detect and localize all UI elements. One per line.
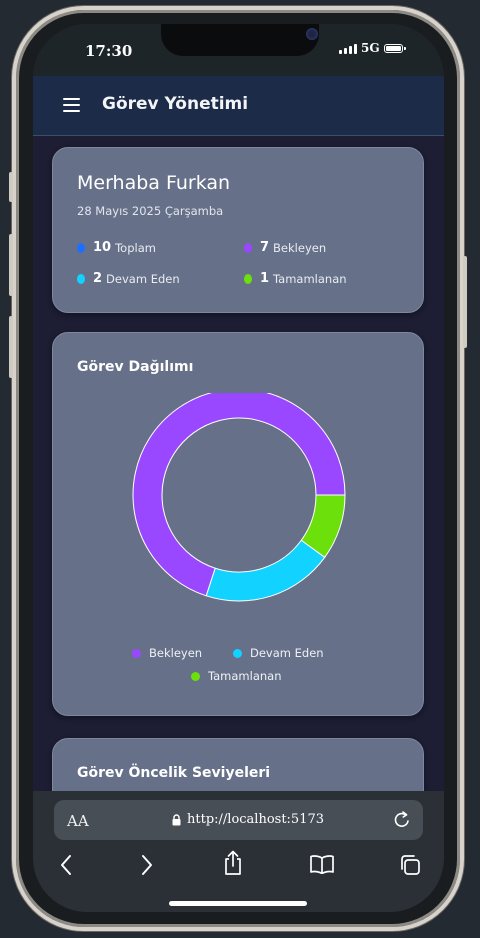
stat-dot: [77, 242, 85, 253]
legend-item-completed[interactable]: Tamamlanan: [191, 669, 282, 683]
legend-dot: [132, 648, 141, 658]
summary-card: Merhaba Furkan 28 Mayıs 2025 Çarşamba 10…: [52, 147, 424, 313]
stat-in-progress: 2 Devam Eden: [77, 271, 180, 286]
legend-label: Devam Eden: [250, 646, 324, 660]
legend-dot: [191, 671, 200, 681]
side-button-volume-up: [9, 234, 13, 296]
current-date: 28 Mayıs 2025 Çarşamba: [77, 204, 224, 218]
stat-label: Devam Eden: [106, 271, 180, 286]
lock-icon: [172, 813, 181, 825]
status-bar: 17:30 5G: [33, 24, 444, 76]
stat-label: Tamamlanan: [273, 271, 347, 286]
back-icon[interactable]: [59, 854, 73, 876]
bookmarks-icon[interactable]: [309, 854, 335, 874]
stat-label: Bekleyen: [273, 240, 327, 255]
browser-toolbar: AA http://localhost:5173: [33, 791, 444, 912]
main-content[interactable]: Merhaba Furkan 28 Mayıs 2025 Çarşamba 10…: [33, 136, 444, 826]
reload-icon[interactable]: [393, 810, 411, 830]
tabs-icon[interactable]: [398, 853, 422, 877]
stat-total: 10 Toplam: [77, 240, 156, 255]
app-header: Görev Yönetimi: [33, 76, 444, 136]
stat-label: Toplam: [115, 240, 156, 255]
legend-label: Tamamlanan: [208, 669, 282, 683]
stat-count: 7: [260, 240, 270, 255]
side-button-power: [463, 256, 467, 348]
distribution-title: Görev Dağılımı: [77, 359, 194, 375]
stat-count: 10: [93, 240, 112, 255]
phone-screen: 17:30 5G Görev Yönetimi Merhaba Furkan 2…: [33, 24, 444, 912]
stat-dot: [244, 242, 252, 253]
signal-icon: [339, 44, 357, 54]
legend-item-pending[interactable]: Bekleyen: [132, 646, 202, 660]
side-button-mute: [9, 172, 13, 202]
share-icon[interactable]: [221, 850, 245, 876]
distribution-card: Görev Dağılımı Bekleyen Devam Eden Tamam…: [52, 332, 424, 716]
legend-label: Bekleyen: [149, 646, 203, 660]
home-indicator: [169, 901, 307, 906]
app-title: Görev Yönetimi: [102, 94, 249, 114]
text-size-button[interactable]: AA: [67, 812, 89, 830]
legend-item-in-progress[interactable]: Devam Eden: [233, 646, 324, 660]
greeting: Merhaba Furkan: [77, 172, 231, 194]
url-display[interactable]: http://localhost:5173: [172, 812, 324, 827]
stat-dot: [244, 273, 252, 284]
stat-count: 1: [260, 271, 270, 286]
stat-pending: 7 Bekleyen: [244, 240, 326, 255]
stat-dot: [77, 273, 85, 284]
battery-icon: [384, 44, 406, 53]
address-bar[interactable]: AA http://localhost:5173: [54, 800, 423, 840]
menu-icon[interactable]: [63, 98, 80, 112]
doughnut-chart[interactable]: [53, 393, 425, 633]
priority-title: Görev Öncelik Seviyeleri: [77, 765, 271, 781]
network-type: 5G: [361, 41, 380, 55]
status-time: 17:30: [85, 42, 133, 60]
legend-dot: [233, 648, 242, 658]
camera-icon: [306, 28, 318, 40]
url-text: http://localhost:5173: [187, 812, 325, 827]
forward-icon[interactable]: [140, 854, 154, 876]
dynamic-island: [161, 24, 319, 56]
stat-completed: 1 Tamamlanan: [244, 271, 347, 286]
donut-segment-devam-eden[interactable]: [205, 539, 326, 602]
stat-count: 2: [93, 271, 103, 286]
side-button-volume-down: [9, 316, 13, 378]
